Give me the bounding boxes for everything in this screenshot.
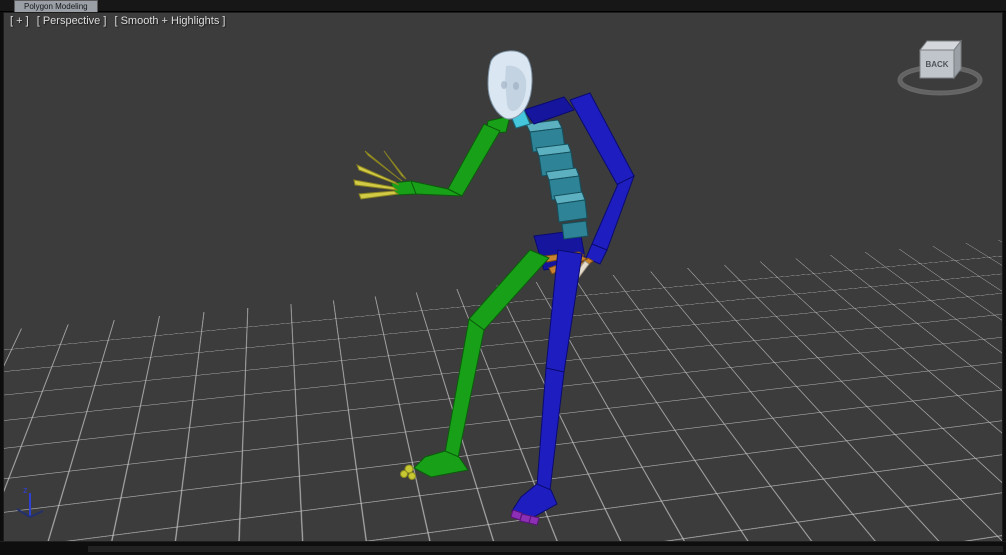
toe[interactable] bbox=[400, 470, 408, 478]
scene-overlay: BACK z bbox=[16, 39, 983, 526]
status-strip bbox=[0, 541, 1006, 555]
right-forearm[interactable] bbox=[591, 174, 635, 251]
ribbon-strip: Polygon Modeling bbox=[0, 0, 1006, 12]
face-shading bbox=[513, 82, 519, 90]
right-upper-arm[interactable] bbox=[569, 92, 635, 187]
face-shading bbox=[501, 81, 507, 89]
ribbon-tab-polygon-modeling[interactable]: Polygon Modeling bbox=[14, 0, 98, 12]
right-shin[interactable] bbox=[536, 367, 565, 491]
axis-tripod: z bbox=[16, 485, 44, 518]
biped-clavicle-right[interactable] bbox=[523, 96, 575, 125]
left-shin[interactable] bbox=[444, 318, 485, 459]
axis-x-line bbox=[16, 508, 31, 518]
biped-left-arm[interactable] bbox=[390, 123, 501, 197]
biped-head[interactable] bbox=[487, 50, 533, 120]
viewport-menu-shading[interactable]: [ Smooth + Highlights ] bbox=[114, 15, 225, 27]
viewcube[interactable]: BACK bbox=[897, 39, 983, 96]
biped-left-leg[interactable] bbox=[413, 249, 550, 478]
biped-spine[interactable] bbox=[525, 119, 589, 240]
left-upper-arm[interactable] bbox=[447, 123, 501, 197]
left-thigh[interactable] bbox=[468, 249, 550, 331]
viewport-menu-general[interactable]: [ + ] bbox=[10, 15, 29, 27]
toe[interactable] bbox=[408, 472, 416, 480]
biped-left-toes[interactable] bbox=[400, 464, 416, 480]
toe[interactable] bbox=[528, 515, 540, 526]
left-thumb[interactable] bbox=[383, 150, 407, 180]
biped-right-leg[interactable] bbox=[511, 249, 583, 520]
spine-segment[interactable] bbox=[561, 220, 589, 240]
main-window: BACK z Polygon Modeling [ + ] [ Perspect… bbox=[0, 0, 1006, 555]
status-strip-inner bbox=[88, 546, 1003, 552]
left-finger[interactable] bbox=[358, 190, 400, 200]
biped-character[interactable] bbox=[353, 50, 635, 526]
spine-segment[interactable] bbox=[556, 199, 588, 223]
viewport-menu-pov[interactable]: [ Perspective ] bbox=[37, 15, 107, 27]
left-foot[interactable] bbox=[413, 450, 469, 478]
viewcube-face-label[interactable]: BACK bbox=[925, 60, 948, 69]
axis-y-line bbox=[29, 510, 44, 518]
viewport-label: [ + ] [ Perspective ] [ Smooth + Highlig… bbox=[10, 15, 230, 27]
axis-z-label: z bbox=[23, 485, 28, 495]
